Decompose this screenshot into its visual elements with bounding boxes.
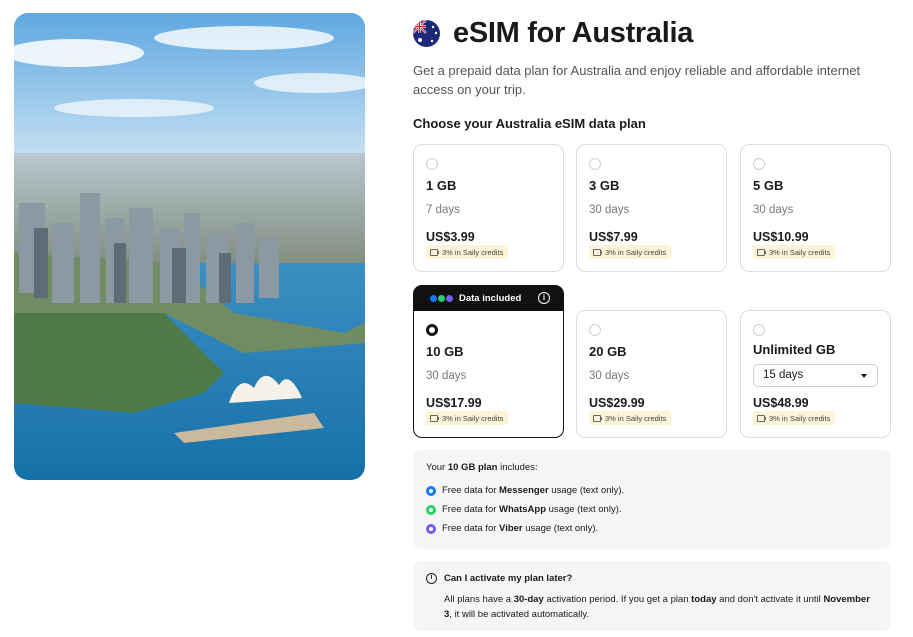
app-icons	[429, 293, 454, 303]
credit-badge: 3% in Saily credits	[589, 411, 672, 425]
credit-text: 3% in Saily credits	[605, 247, 667, 257]
plan-duration: 30 days	[426, 370, 467, 382]
title-row: eSIM for Australia	[413, 17, 693, 50]
credit-text: 3% in Saily credits	[442, 247, 504, 257]
info-icon: i	[426, 573, 437, 584]
plan-radio[interactable]	[589, 324, 601, 336]
include-item-messenger: Free data for Messenger usage (text only…	[426, 485, 624, 496]
plan-price: US$29.99	[589, 396, 645, 410]
duration-select-value: 15 days	[763, 369, 804, 381]
faq-question: Can I activate my plan later?	[444, 573, 573, 584]
plan-radio[interactable]	[753, 158, 765, 170]
wallet-icon	[757, 414, 766, 422]
plan-radio[interactable]	[753, 324, 765, 336]
plan-size: Unlimited GB	[753, 342, 836, 357]
plan-price: US$48.99	[753, 396, 809, 410]
plan-card-20gb[interactable]: 20 GB 30 days US$29.99 3% in Saily credi…	[576, 310, 727, 438]
credit-badge: 3% in Saily credits	[753, 245, 836, 259]
include-item-viber: Free data for Viber usage (text only).	[426, 523, 598, 534]
australia-flag-icon	[413, 20, 440, 47]
plan-price: US$7.99	[589, 230, 638, 244]
wallet-icon	[593, 248, 602, 256]
info-icon[interactable]: i	[538, 292, 550, 304]
plan-price: US$10.99	[753, 230, 809, 244]
plan-size: 1 GB	[426, 178, 457, 193]
wallet-icon	[430, 414, 439, 422]
viber-icon	[445, 293, 454, 303]
plan-radio-selected[interactable]	[426, 324, 438, 336]
include-text: Free data for Messenger usage (text only…	[442, 485, 625, 496]
plan-size: 3 GB	[589, 178, 620, 193]
whatsapp-icon	[426, 504, 436, 515]
page-subtitle: Get a prepaid data plan for Australia an…	[413, 63, 861, 97]
credit-text: 3% in Saily credits	[442, 413, 504, 423]
wallet-icon	[593, 414, 602, 422]
chevron-down-icon	[861, 374, 867, 378]
plan-card-5gb[interactable]: 5 GB 30 days US$10.99 3% in Saily credit…	[740, 144, 891, 272]
messenger-icon	[426, 485, 436, 496]
plan-size: 10 GB	[426, 344, 464, 359]
section-title: Choose your Australia eSIM data plan	[413, 116, 646, 131]
faq-answer: All plans have a 30-day activation perio…	[444, 594, 870, 620]
plan-card-1gb[interactable]: 1 GB 7 days US$3.99 3% in Saily credits	[413, 144, 564, 272]
credit-text: 3% in Saily credits	[605, 413, 667, 423]
include-text: Free data for WhatsApp usage (text only)…	[442, 504, 622, 515]
plan-price: US$3.99	[426, 230, 475, 244]
includes-plan: 10 GB plan	[447, 462, 498, 473]
sydney-harbour-photo	[14, 13, 365, 480]
duration-select[interactable]: 15 days	[753, 364, 878, 387]
plan-card-3gb[interactable]: 3 GB 30 days US$7.99 3% in Saily credits	[576, 144, 727, 272]
wallet-icon	[430, 248, 439, 256]
credit-badge: 3% in Saily credits	[426, 411, 509, 425]
plan-size: 5 GB	[753, 178, 784, 193]
plan-price: US$17.99	[426, 396, 482, 410]
includes-suffix: includes:	[497, 462, 538, 473]
page-title: eSIM for Australia	[453, 17, 694, 49]
plan-duration: 30 days	[753, 204, 794, 216]
faq-box[interactable]: i Can I activate my plan later? All plan…	[413, 561, 891, 631]
plan-radio[interactable]	[589, 158, 601, 170]
credit-text: 3% in Saily credits	[769, 413, 831, 423]
includes-prefix: Your	[426, 462, 448, 473]
wallet-icon	[757, 248, 766, 256]
data-included-banner: Data included i	[413, 285, 564, 311]
banner-text: Data included	[459, 292, 522, 304]
credit-badge: 3% in Saily credits	[753, 411, 836, 425]
plan-duration: 7 days	[426, 204, 460, 216]
plan-card-10gb[interactable]: 10 GB 30 days US$17.99 3% in Saily credi…	[413, 310, 564, 438]
plan-duration: 30 days	[589, 370, 630, 382]
credit-badge: 3% in Saily credits	[589, 245, 672, 259]
plan-duration: 30 days	[589, 204, 630, 216]
plan-size: 20 GB	[589, 344, 627, 359]
includes-title: Your 10 GB plan includes:	[426, 462, 538, 473]
viber-icon	[426, 523, 436, 534]
credit-text: 3% in Saily credits	[769, 247, 831, 257]
plan-radio[interactable]	[426, 158, 438, 170]
plan-card-unlimited[interactable]: Unlimited GB 15 days US$48.99 3% in Sail…	[740, 310, 891, 438]
credit-badge: 3% in Saily credits	[426, 245, 509, 259]
include-item-whatsapp: Free data for WhatsApp usage (text only)…	[426, 504, 622, 515]
include-text: Free data for Viber usage (text only).	[442, 523, 599, 534]
plan-includes-box: Your 10 GB plan includes: Free data for …	[413, 450, 891, 549]
